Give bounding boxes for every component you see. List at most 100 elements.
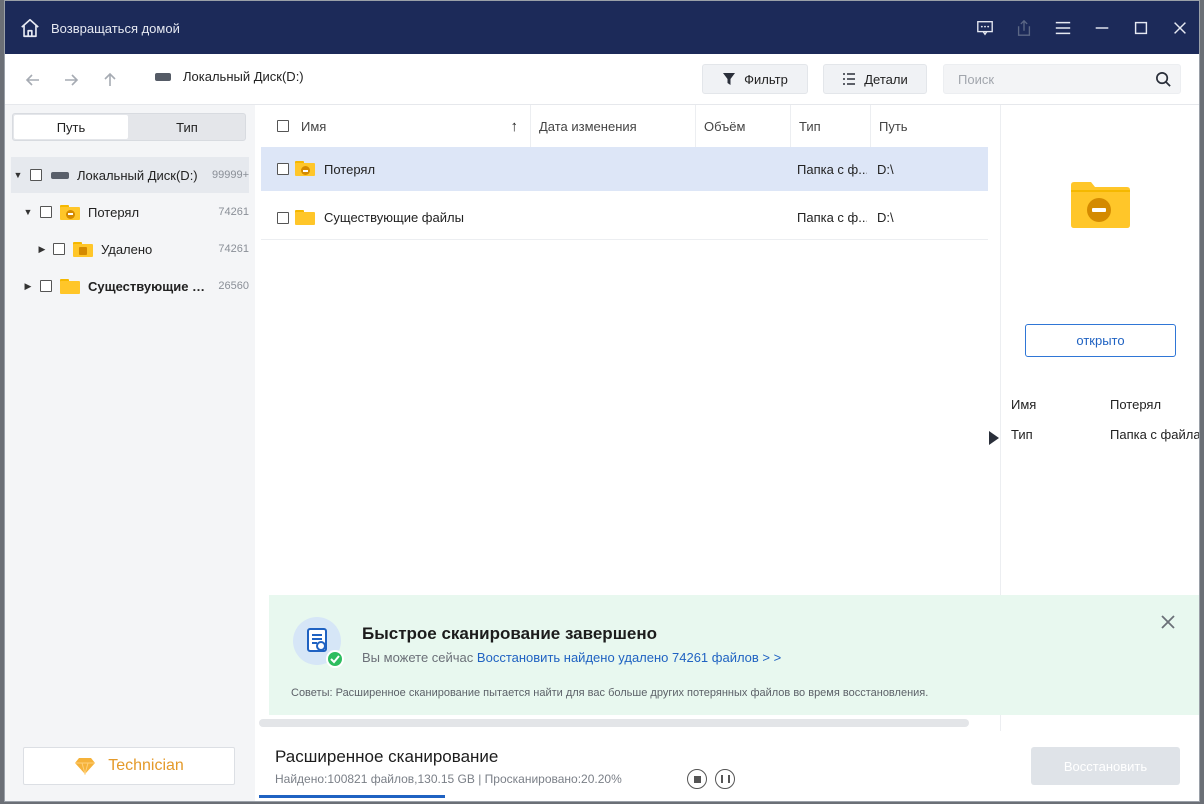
breadcrumb-label: Локальный Диск(D:) (183, 69, 304, 84)
row-type: Папка с ф... (797, 210, 867, 225)
back-button[interactable] (21, 68, 45, 92)
tree-item-label: Удалено (101, 241, 153, 257)
home-button[interactable]: Возвращаться домой (19, 15, 180, 41)
search-icon[interactable] (1155, 71, 1172, 88)
arrow-right-icon (65, 74, 79, 86)
scan-report-icon (293, 617, 344, 668)
stop-scan-button[interactable] (687, 769, 707, 789)
table-row[interactable]: Существующие файлы Папка с ф... D:\ (261, 196, 988, 240)
arrow-left-icon (25, 74, 39, 86)
lost-folder-icon (60, 204, 80, 220)
tree-item-label: Потерял (88, 204, 140, 220)
row-path: D:\ (877, 210, 894, 225)
sort-up-icon[interactable]: ↑ (511, 118, 519, 135)
arrow-up-icon (104, 72, 116, 86)
drive-icon (155, 72, 171, 81)
column-label: Дата изменения (539, 118, 637, 134)
tree-item-count: 74261 (218, 243, 249, 255)
expand-arrow-icon[interactable]: ▼ (23, 207, 33, 217)
deleted-folder-icon (73, 241, 93, 257)
maximize-button[interactable] (1121, 1, 1160, 54)
tree-item-drive-d[interactable]: ▼ Локальный Диск(D:) 99999+ (11, 157, 249, 193)
details-button[interactable]: Детали (823, 64, 927, 94)
expand-arrow-icon[interactable]: ▶ (23, 281, 33, 291)
left-panel: Путь Тип ▼ Локальный Диск(D:) 99999+ ▼ П… (5, 105, 255, 801)
minimize-button[interactable] (1082, 1, 1121, 54)
column-name[interactable]: Имя ↑ (261, 105, 531, 147)
row-checkbox[interactable] (277, 211, 289, 224)
folder-icon (295, 210, 315, 225)
technician-button[interactable]: Technician (23, 747, 235, 785)
menu-button[interactable] (1043, 1, 1082, 54)
row-checkbox[interactable] (277, 163, 289, 175)
lost-folder-icon (295, 161, 315, 176)
tree-item-lost[interactable]: ▼ Потерял 74261 (11, 194, 249, 230)
prop-value: Папка с файла... (1110, 427, 1200, 442)
export-button[interactable] (1004, 1, 1043, 54)
checkbox[interactable] (53, 243, 65, 255)
app-window: Возвращаться домой Локальный Диск(D:) Фи… (4, 0, 1200, 802)
notice-tip: Советы: Расширенное сканирование пытаетс… (291, 687, 929, 699)
column-type[interactable]: Тип (791, 105, 871, 147)
tree-item-label: Локальный Диск(D:) (77, 167, 198, 183)
column-size[interactable]: Объём (696, 105, 791, 147)
horizontal-scrollbar[interactable] (259, 719, 969, 727)
details-label: Детали (864, 71, 908, 87)
column-label: Путь (879, 118, 908, 134)
tree-item-count: 26560 (218, 280, 249, 292)
forward-button[interactable] (59, 68, 83, 92)
notice-sub-prefix: Вы можете сейчас (362, 650, 474, 665)
maximize-icon (1134, 21, 1147, 34)
home-label: Возвращаться домой (51, 20, 180, 36)
view-switcher: Путь Тип (12, 113, 246, 141)
search-input[interactable] (944, 65, 1144, 93)
breadcrumb[interactable]: Локальный Диск(D:) (155, 69, 304, 84)
minimize-icon (1095, 26, 1108, 29)
expand-arrow-icon[interactable]: ▶ (37, 244, 47, 254)
row-path: D:\ (877, 161, 894, 177)
column-date[interactable]: Дата изменения (531, 105, 696, 147)
file-list: Имя ↑ Дата изменения Объём Тип Путь Поте… (261, 105, 1001, 595)
column-label: Имя (301, 118, 327, 134)
scan-stats: Найдено:100821 файлов,130.15 GB | Проска… (275, 772, 622, 786)
home-icon (21, 18, 39, 38)
checkbox[interactable] (40, 280, 52, 292)
tree-item-deleted[interactable]: ▶ Удалено 74261 (11, 231, 249, 267)
up-button[interactable] (98, 68, 122, 92)
expand-arrow-icon[interactable]: ▼ (13, 170, 23, 180)
checkbox[interactable] (40, 206, 52, 218)
tree-item-label: Существующие фа... (88, 278, 214, 294)
table-row[interactable]: Потерял Папка с ф... D:\ (261, 147, 988, 191)
recover-button[interactable]: Восстановить (1031, 747, 1180, 785)
export-icon (1017, 19, 1030, 36)
select-all-checkbox[interactable] (277, 120, 289, 132)
toolbar: Локальный Диск(D:) Фильтр Детали (5, 54, 1199, 105)
column-label: Объём (704, 118, 746, 134)
recover-found-link[interactable]: Восстановить найдено удалено 74261 файло… (477, 650, 781, 665)
feedback-button[interactable] (965, 1, 1004, 54)
close-notice-icon[interactable] (1159, 613, 1177, 631)
tree-item-count: 99999+ (211, 169, 249, 181)
deep-scan-title: Расширенное сканирование (275, 747, 499, 766)
pause-scan-button[interactable] (715, 769, 735, 789)
tab-path[interactable]: Путь (14, 115, 128, 139)
filter-label: Фильтр (744, 71, 788, 87)
folder-icon (60, 278, 80, 294)
title-bar: Возвращаться домой (5, 1, 1199, 54)
list-icon (843, 73, 856, 85)
tree-item-existing-files[interactable]: ▶ Существующие фа... 26560 (11, 268, 249, 304)
collapse-panel-icon[interactable] (989, 431, 999, 445)
checkbox[interactable] (30, 169, 42, 181)
filter-button[interactable]: Фильтр (702, 64, 808, 94)
technician-label: Technician (108, 757, 184, 774)
open-button[interactable]: открыто (1025, 324, 1176, 357)
row-name: Существующие файлы (324, 210, 464, 225)
tab-type[interactable]: Тип (130, 115, 244, 139)
row-name: Потерял (324, 161, 376, 177)
row-type: Папка с ф... (797, 161, 867, 177)
close-window-button[interactable] (1160, 1, 1199, 54)
column-path[interactable]: Путь (871, 105, 989, 147)
tree-item-count: 74261 (218, 206, 249, 218)
scan-complete-notice: Быстрое сканирование завершено Вы можете… (269, 595, 1199, 715)
prop-key: Тип (1011, 427, 1033, 442)
